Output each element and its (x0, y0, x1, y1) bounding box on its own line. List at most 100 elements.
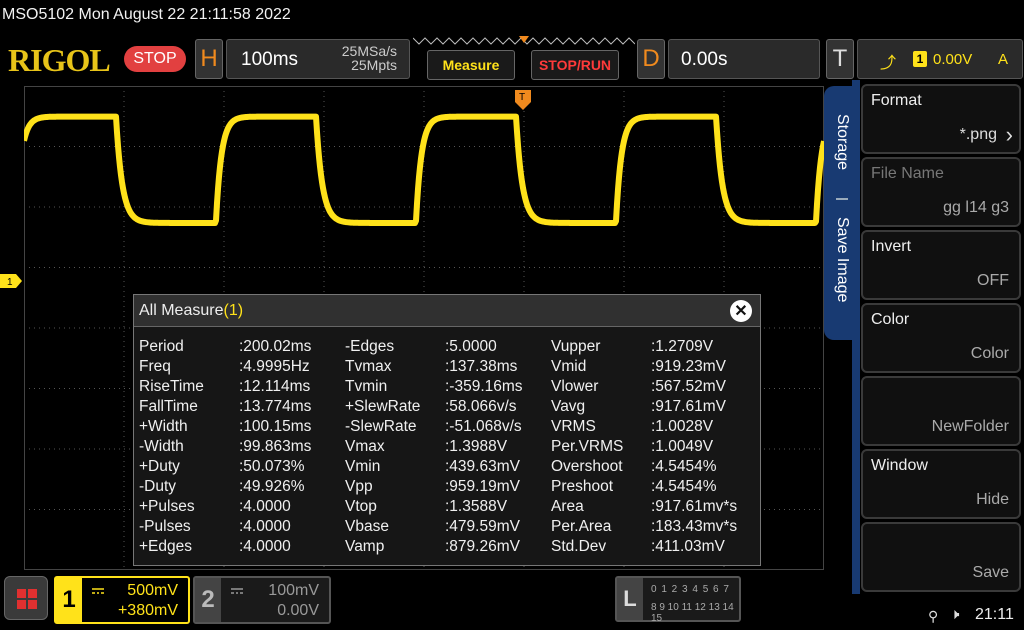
logic-analyzer-box[interactable]: L 0 1 2 3 4 5 6 7 8 9 10 11 12 13 14 15 (615, 576, 741, 624)
measure-row: -Width:99.863ms Vmax:1.3988V Per.VRMS:1.00… (139, 437, 757, 457)
ch2-number: 2 (195, 578, 221, 622)
measure-name: +Width (139, 418, 188, 435)
measure-name: RiseTime (139, 378, 204, 395)
measure-name: Vavg (551, 398, 586, 415)
ch1-number: 1 (56, 578, 82, 622)
measure-value: :567.52mV (651, 378, 726, 395)
dc-coupling-icon (231, 588, 243, 594)
menu-item-title: Format (871, 92, 922, 109)
ch1-scale: 500mV (127, 582, 178, 599)
run-state-badge[interactable]: STOP (124, 46, 186, 72)
measure-value: :12.114ms (239, 378, 311, 395)
menu-item-value: Hide (976, 491, 1009, 508)
menu-item-invert[interactable]: Invert OFF (861, 230, 1021, 300)
measure-value: :5.0000 (445, 338, 497, 355)
measure-value: :49.926% (239, 478, 305, 495)
side-menu: Format *.png › File Name gg l14 g3 Invert OFF C… (859, 80, 1024, 594)
ch1-marker-label: 1 (7, 277, 13, 288)
status-line: MSO5102 Mon August 22 21:11:58 2022 (2, 6, 291, 23)
clock: 21:11 (975, 606, 1014, 623)
measure-value: :4.0000 (239, 498, 291, 515)
close-icon[interactable]: ✕ (730, 300, 752, 322)
measure-value: :58.066v/s (445, 398, 517, 415)
measure-name: Area (551, 498, 584, 515)
app-menu-button[interactable] (4, 576, 48, 620)
measure-name: Vtop (345, 498, 377, 515)
delay-menu-button[interactable]: D (637, 39, 665, 79)
ch1-channel-box[interactable]: 1 500mV +380mV (54, 576, 190, 624)
menu-item-format[interactable]: Format *.png › (861, 84, 1021, 154)
la-channels-low: 0 1 2 3 4 5 6 7 (651, 584, 730, 595)
rising-edge-icon: ⤴ (880, 55, 897, 72)
rigol-logo: RIGOL (8, 42, 111, 78)
measure-name: VRMS (551, 418, 596, 435)
measure-value: :4.5454% (651, 458, 717, 475)
measure-button[interactable]: Measure (427, 50, 515, 80)
trigger-box[interactable]: ⤴ 1 0.00V A (857, 39, 1023, 79)
horizontal-timebase-box[interactable]: 100ms 25MSa/s 25Mpts (226, 39, 410, 79)
measure-value: :50.073% (239, 458, 305, 475)
menu-item-value: *.png (959, 126, 997, 143)
measure-name: Tvmin (345, 378, 388, 395)
measure-name: Freq (139, 358, 171, 375)
stop-run-button[interactable]: STOP/RUN (531, 50, 619, 80)
measure-value: :917.61mv*s (651, 498, 738, 515)
measure-value: :411.03mV (651, 538, 725, 555)
memory-position-strip (413, 36, 635, 45)
menu-item-value: NewFolder (931, 418, 1009, 435)
memory-depth: 25Mpts (351, 57, 397, 73)
measure-value: :13.774ms (239, 398, 312, 415)
measure-name: Vamp (345, 538, 385, 555)
trigger-position-marker[interactable]: T (515, 90, 531, 110)
menu-item-file-name[interactable]: File Name gg l14 g3 (861, 157, 1021, 227)
speaker-muted-icon[interactable]: 🕨 (950, 606, 959, 623)
timebase-value: 100ms (241, 49, 299, 70)
measure-value: :919.23mV (651, 358, 726, 375)
measure-name: Vlower (551, 378, 599, 395)
measure-value: :439.63mV (445, 458, 520, 475)
measure-value: :99.863ms (239, 438, 312, 455)
horizontal-menu-button[interactable]: H (195, 39, 223, 79)
menu-item-color[interactable]: Color Color (861, 303, 1021, 373)
measure-name: +Pulses (139, 498, 195, 515)
delay-box[interactable]: 0.00s (668, 39, 820, 79)
measure-name: Period (139, 338, 184, 355)
measure-panel-title: All Measure(1) (139, 302, 243, 320)
measure-value: :1.2709V (651, 338, 714, 355)
measure-value: :879.26mV (445, 538, 520, 555)
measure-name: +SlewRate (345, 398, 421, 415)
trigger-mode: A (997, 51, 1008, 68)
chevron-right-icon: › (1005, 122, 1013, 147)
measure-name: -Duty (139, 478, 177, 495)
measure-name: Vmax (345, 438, 385, 455)
measure-value: :479.59mV (445, 518, 520, 535)
measure-row: FallTime:13.774ms +SlewRate:58.066v/s Vavg… (139, 397, 757, 417)
la-channels-high: 8 9 10 11 12 13 14 15 (651, 602, 734, 624)
delay-value: 0.00s (681, 49, 728, 70)
sample-rate: 25MSa/s (341, 43, 397, 59)
measure-panel-titlebar[interactable]: All Measure(1) ✕ (134, 295, 760, 327)
header-bar: RIGOL STOP H 100ms 25MSa/s 25Mpts Measur… (0, 36, 1024, 86)
menu-item-value: gg l14 g3 (943, 199, 1009, 216)
measure-value: :4.0000 (239, 538, 291, 555)
menu-item-title: Invert (871, 238, 912, 255)
ch2-scale: 100mV (268, 582, 319, 599)
measure-name: Per.Area (551, 518, 612, 535)
measure-table: Period:200.02ms -Edges:5.0000 Vupper:1.270… (139, 337, 757, 557)
measure-value: :100.15ms (239, 418, 312, 435)
menu-item-newfolder[interactable]: NewFolder (861, 376, 1021, 446)
menu-item-window[interactable]: Window Hide (861, 449, 1021, 519)
measure-name: -Pulses (139, 518, 191, 535)
measure-value: :-51.068v/s (445, 418, 522, 435)
ch2-channel-box[interactable]: 2 100mV 0.00V (193, 576, 331, 624)
measure-value: :4.0000 (239, 518, 291, 535)
trigger-menu-button[interactable]: T (826, 39, 854, 79)
ch2-offset: 0.00V (277, 602, 319, 619)
measure-value: :-359.16ms (445, 378, 523, 395)
measure-name: Std.Dev (551, 538, 607, 555)
ch1-offset-marker[interactable]: 1 (0, 274, 22, 288)
measure-value: :1.3988V (445, 438, 508, 455)
measure-name: +Duty (139, 458, 180, 475)
measure-value: :4.5454% (651, 478, 717, 495)
measure-name: Vmin (345, 458, 381, 475)
